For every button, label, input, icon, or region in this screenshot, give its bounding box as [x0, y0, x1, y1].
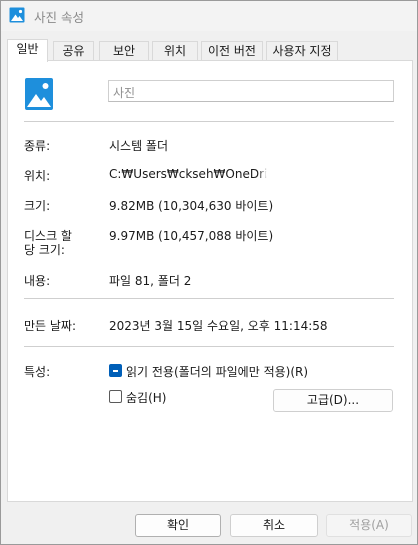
redacted-region — [266, 166, 361, 182]
readonly-checkbox[interactable] — [109, 364, 122, 377]
separator — [24, 346, 394, 347]
tab-sharing[interactable]: 공유 — [53, 41, 94, 61]
tab-previous-versions[interactable]: 이전 버전 — [201, 41, 263, 61]
readonly-label[interactable]: 읽기 전용(폴더의 파일에만 적용)(R) — [126, 363, 308, 380]
hidden-label[interactable]: 숨김(H) — [126, 389, 166, 406]
contains-value: 파일 81, 폴더 2 — [109, 274, 192, 288]
picture-folder-icon — [9, 7, 25, 23]
picture-folder-large-icon — [25, 78, 53, 110]
created-value: 2023년 3월 15일 수요일, 오후 11:14:58 — [109, 319, 328, 333]
cancel-button[interactable]: 취소 — [230, 514, 318, 537]
location-label: 위치: — [24, 169, 51, 183]
tab-location[interactable]: 위치 — [152, 41, 198, 61]
size-value: 9.82MB (10,304,630 바이트) — [109, 199, 274, 213]
created-label: 만든 날짜: — [24, 319, 77, 333]
location-value: C:₩Users₩ckseh₩OneDrive — [109, 167, 282, 181]
type-label: 종류: — [24, 139, 51, 153]
tab-general[interactable]: 일반 — [7, 39, 48, 62]
separator — [24, 121, 394, 122]
hidden-checkbox[interactable] — [109, 390, 122, 403]
separator — [24, 298, 394, 299]
size-label: 크기: — [24, 199, 51, 213]
tab-security[interactable]: 보안 — [99, 41, 149, 61]
general-panel: 사진 종류: 시스템 폴더 위치: C:₩Users₩ckseh₩OneDriv… — [7, 60, 413, 502]
disk-size-label-line2: 당 크기: — [24, 243, 65, 257]
title-bar[interactable]: 사진 속성 — [1, 1, 417, 31]
ok-button[interactable]: 확인 — [135, 514, 221, 537]
window-title: 사진 속성 — [34, 10, 84, 25]
apply-button[interactable]: 적용(A) — [326, 514, 412, 537]
folder-name-input[interactable]: 사진 — [108, 80, 394, 102]
type-value: 시스템 폴더 — [109, 139, 169, 153]
advanced-button[interactable]: 고급(D)... — [273, 389, 393, 412]
tab-strip: 일반 공유 보안 위치 이전 버전 사용자 지정 — [7, 39, 413, 62]
attributes-label: 특성: — [24, 365, 51, 379]
disk-size-value: 9.97MB (10,457,088 바이트) — [109, 229, 274, 243]
properties-window: 사진 속성 일반 공유 보안 위치 이전 버전 사용자 지정 사진 종류: 시스… — [0, 0, 418, 545]
contains-label: 내용: — [24, 274, 51, 288]
tab-customize[interactable]: 사용자 지정 — [266, 41, 338, 61]
